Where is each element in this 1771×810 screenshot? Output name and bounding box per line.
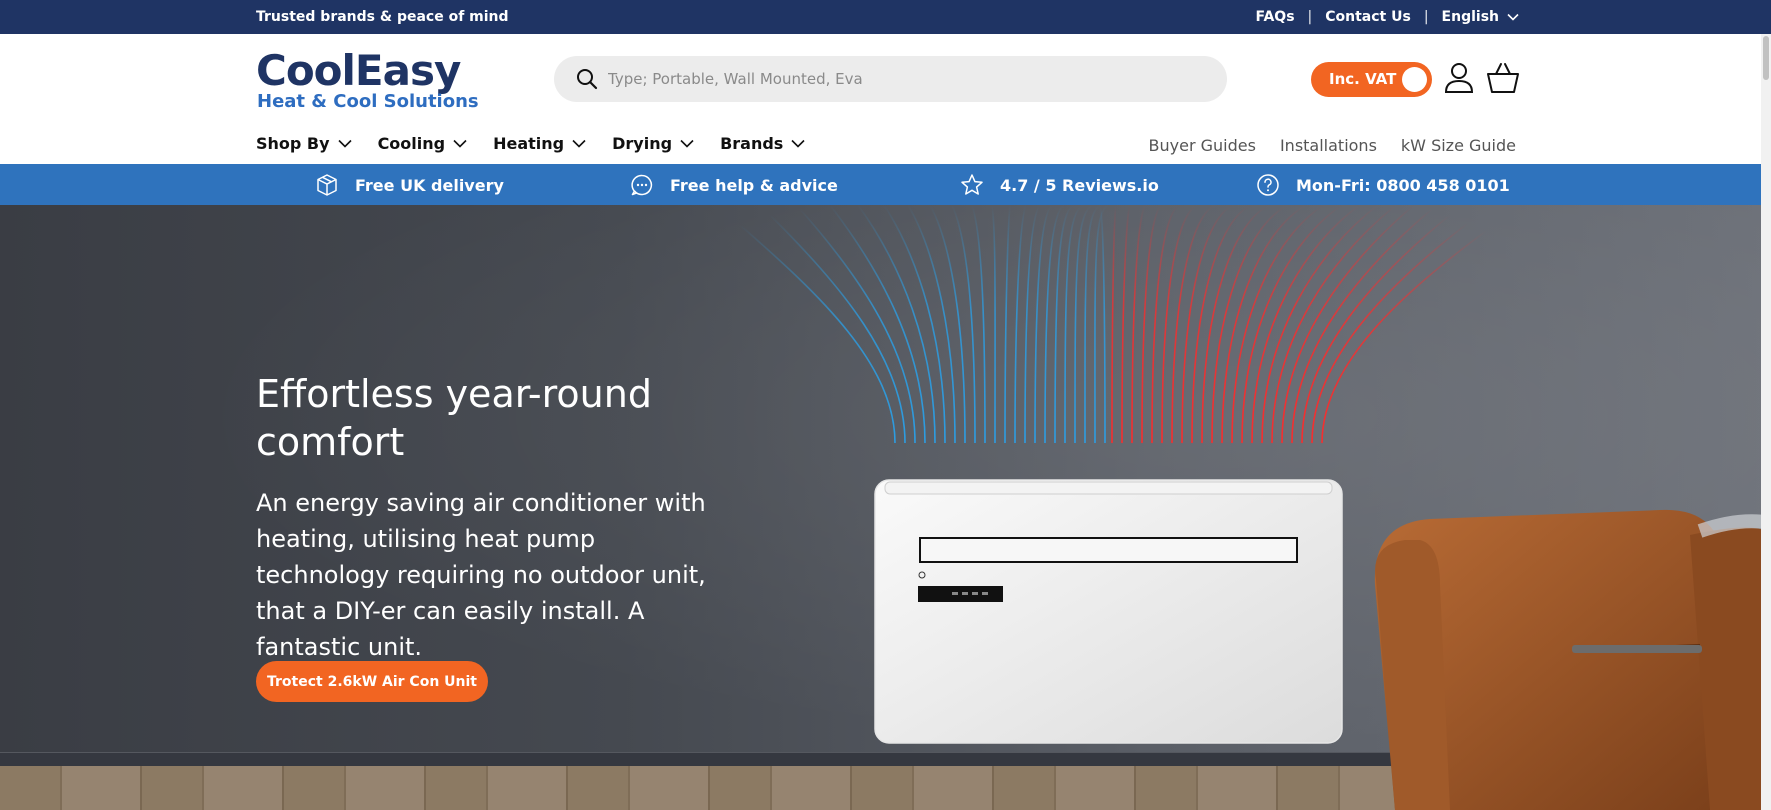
installations-link[interactable]: Installations [1280,136,1377,155]
hero-heading: Effortless year-round comfort [256,372,652,464]
usp-reviews[interactable]: 4.7 / 5 Reviews.io [960,173,1159,197]
air-conditioner-unit [874,479,1343,744]
armchair [1374,509,1771,810]
user-icon[interactable] [1444,62,1474,94]
separator: | [1423,9,1429,25]
box-icon [317,174,337,196]
usp-label: Free UK delivery [355,175,504,195]
usp-phone[interactable]: Mon-Fri: 0800 458 0101 [1256,173,1510,197]
toggle-knob [1402,67,1427,92]
secondary-nav: Buyer Guides Installations kW Size Guide [1149,136,1516,155]
usp-label: 4.7 / 5 Reviews.io [1000,175,1159,195]
nav-label: Cooling [377,134,446,153]
scrollbar-thumb[interactable] [1763,36,1769,80]
page-scrollbar[interactable] [1761,34,1771,810]
nav-label: Drying [612,134,673,153]
language-label: English [1441,9,1499,25]
search-bar[interactable] [554,56,1227,102]
separator: | [1307,9,1313,25]
cool-airflow-lines [739,205,1111,444]
faqs-link[interactable]: FAQs [1256,9,1295,25]
chevron-down-icon [1507,13,1519,21]
nav-label: Shop By [256,134,330,153]
utility-links: FAQs | Contact Us | English [1256,9,1520,25]
chevron-down-icon [337,139,352,148]
vat-toggle-label: Inc. VAT [1329,70,1397,88]
usp-bar: Free UK delivery Free help & advice 4.7 … [0,164,1771,205]
logo[interactable]: CoolEasy Heat & Cool Solutions [256,46,481,112]
nav-item-cooling[interactable]: Cooling [378,134,468,153]
chevron-down-icon [680,139,694,148]
nav-item-brands[interactable]: Brands [720,134,805,153]
hero-description: An energy saving air conditioner with he… [256,489,706,661]
buyer-guides-link[interactable]: Buyer Guides [1149,136,1256,155]
basket-icon[interactable] [1486,62,1520,94]
chat-icon [631,174,653,196]
chevron-down-icon [791,139,805,148]
contact-us-link[interactable]: Contact Us [1325,9,1411,25]
usp-delivery: Free UK delivery [315,173,504,197]
hero-cta-button[interactable]: Trotect 2.6kW Air Con Unit [256,661,488,702]
hero-banner: Effortless year-round comfort An energy … [0,205,1771,810]
site-header: CoolEasy Heat & Cool Solutions Inc. VAT … [0,34,1771,164]
search-icon[interactable] [576,68,598,90]
nav-label: Heating [493,134,565,153]
nav-label: Brands [720,134,784,153]
nav-item-drying[interactable]: Drying [612,134,694,153]
logo-wordmark: CoolEasy [256,46,461,95]
chevron-down-icon [453,139,467,148]
language-selector[interactable]: English [1442,9,1519,25]
usp-label: Mon-Fri: 0800 458 0101 [1296,175,1510,195]
vat-toggle[interactable]: Inc. VAT [1311,62,1432,97]
kw-size-guide-link[interactable]: kW Size Guide [1401,136,1516,155]
warm-airflow-lines [1111,205,1487,444]
nav-item-shop-by[interactable]: Shop By [256,134,352,153]
star-icon [961,174,983,195]
help-icon [1257,174,1279,196]
chevron-down-icon [572,139,586,148]
tagline: Trusted brands & peace of mind [256,9,509,25]
announcement-bar: Trusted brands & peace of mind FAQs | Co… [0,0,1771,34]
usp-help: Free help & advice [630,173,838,197]
nav-item-heating[interactable]: Heating [493,134,586,153]
logo-tagline: Heat & Cool Solutions [257,91,479,112]
usp-label: Free help & advice [670,175,838,195]
main-nav: Shop By Cooling Heating Drying Brands [256,134,831,153]
search-input[interactable] [608,56,1208,102]
